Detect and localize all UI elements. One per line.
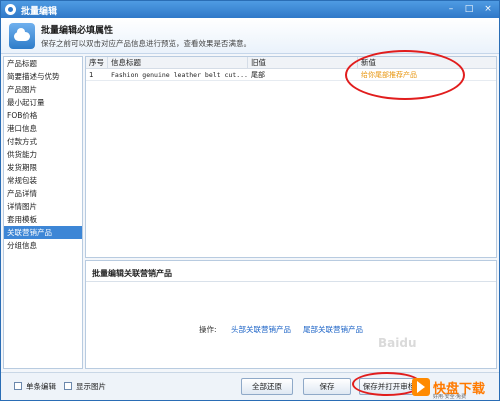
minimize-button[interactable]: – xyxy=(445,4,457,15)
sidebar-item-product-images[interactable]: 产品图片 xyxy=(4,83,82,96)
annotation-ellipse-new-value xyxy=(345,50,465,100)
show-images-checkbox[interactable] xyxy=(64,382,72,390)
download-site-logo: 快盘下载 好用·安全·免费 xyxy=(412,378,498,400)
panel-title: 批量编辑关联营销产品 xyxy=(92,269,172,278)
single-edit-label: 单条编辑 xyxy=(26,382,56,391)
sidebar-item-port[interactable]: 港口信息 xyxy=(4,122,82,135)
sidebar-item-min-order[interactable]: 最小起订量 xyxy=(4,96,82,109)
play-icon xyxy=(412,378,430,396)
single-edit-checkbox[interactable] xyxy=(14,382,22,390)
sidebar-item-delivery[interactable]: 发货期限 xyxy=(4,161,82,174)
watermark-logo-bai-icon: Baidu xyxy=(378,336,417,350)
cell-title: Fashion genuine leather belt cut... xyxy=(111,71,248,79)
header-subtitle: 保存之前可以双击对应产品信息进行预览，查看效果是否满意。 xyxy=(41,39,251,48)
panel-divider xyxy=(86,281,496,282)
column-header-old-value: 旧值 xyxy=(248,57,358,69)
dialog-header: 批量编辑必填属性 保存之前可以双击对应产品信息进行预览，查看效果是否满意。 xyxy=(1,18,499,54)
field-list: 产品标题 简要描述与优势 产品图片 最小起订量 FOB价格 港口信息 付款方式 … xyxy=(3,56,83,369)
close-button[interactable]: × xyxy=(482,4,494,15)
sidebar-item-product-details[interactable]: 产品详情 xyxy=(4,187,82,200)
sidebar-item-summary[interactable]: 简要描述与优势 xyxy=(4,70,82,83)
title-bar[interactable]: 批量编辑 – □ × xyxy=(1,1,499,18)
app-logo-icon xyxy=(5,4,16,15)
tail-related-products-link[interactable]: 尾部关联营销产品 xyxy=(303,324,363,335)
sidebar-item-detail-images[interactable]: 详情图片 xyxy=(4,200,82,213)
logo-subtext: 好用·安全·免费 xyxy=(433,394,467,400)
cell-old-value: 尾部 xyxy=(251,71,265,79)
column-header-title: 信息标题 xyxy=(108,57,248,69)
sidebar-item-packaging[interactable]: 常规包装 xyxy=(4,174,82,187)
maximize-button[interactable]: □ xyxy=(463,4,475,15)
sidebar-item-related-products[interactable]: 关联营销产品 xyxy=(4,226,82,239)
cloud-icon xyxy=(9,23,35,49)
sidebar-item-groups[interactable]: 分组信息 xyxy=(4,239,82,252)
edit-panel: 批量编辑关联营销产品 操作: 头部关联营销产品 尾部关联营销产品 xyxy=(85,260,497,369)
window-title: 批量编辑 xyxy=(21,7,58,17)
sidebar-item-supply[interactable]: 供货能力 xyxy=(4,148,82,161)
sidebar-item-product-title[interactable]: 产品标题 xyxy=(4,57,82,70)
sidebar-item-template[interactable]: 套用模板 xyxy=(4,213,82,226)
operation-label: 操作: xyxy=(199,325,217,334)
show-images-label: 显示图片 xyxy=(76,382,106,391)
restore-all-button[interactable]: 全部还原 xyxy=(241,378,293,395)
sidebar-item-fob-price[interactable]: FOB价格 xyxy=(4,109,82,122)
sidebar-item-payment[interactable]: 付款方式 xyxy=(4,135,82,148)
column-header-index: 序号 xyxy=(86,57,108,69)
header-title: 批量编辑必填属性 xyxy=(41,26,114,36)
head-related-products-link[interactable]: 头部关联营销产品 xyxy=(231,324,291,335)
save-button[interactable]: 保存 xyxy=(303,378,351,395)
cell-index: 1 xyxy=(89,71,94,79)
